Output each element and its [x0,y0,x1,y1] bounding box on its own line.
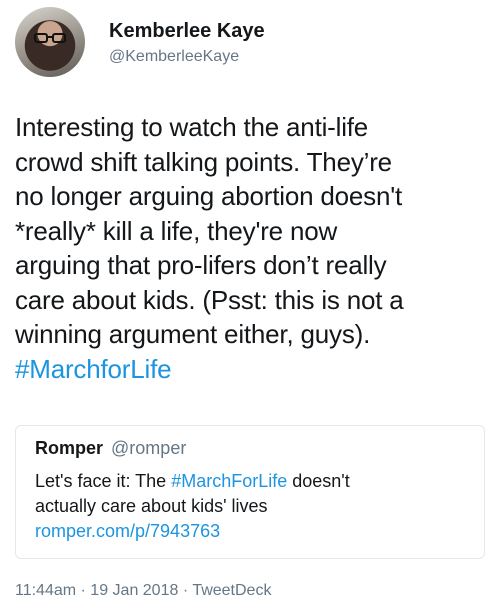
tweet-time[interactable]: 11:44am [15,582,76,599]
tweet-text-line: arguing that pro-lifers don’t really [15,250,387,280]
quoted-text-line: actually care about kids' lives [35,496,268,516]
avatar-glasses-icon [34,33,66,43]
quoted-url-link[interactable]: romper.com/p/7943763 [35,519,465,544]
tweet-date[interactable]: 19 Jan 2018 [90,582,178,599]
meta-separator: · [178,582,193,599]
author-handle[interactable]: @KemberleeKaye [109,48,239,66]
tweet-text-line: crowd shift talking points. They’re [15,146,392,177]
tweet-card: Kemberlee Kaye @KemberleeKaye Interestin… [0,0,500,615]
tweet-text-line: no longer arguing abortion doesn't [15,181,403,211]
tweet-text-line: winning argument either, guys). [15,319,371,349]
quoted-text-before: Let's face it: The [35,471,172,491]
quoted-hashtag-link[interactable]: #MarchForLife [171,471,287,491]
tweet-text: Interesting to watch the anti-life crowd… [15,110,490,386]
quoted-tweet[interactable]: Romper @romper Let's face it: The #March… [15,425,485,559]
meta-separator: · [76,582,91,599]
author-name[interactable]: Kemberlee Kaye [109,20,265,43]
tweet-text-line: Interesting to watch the anti-life [15,112,369,142]
quoted-author-name[interactable]: Romper [35,438,103,458]
quoted-tweet-header: Romper @romper [35,438,186,459]
tweet-text-line: care about kids. (Psst: this is not a [15,284,404,315]
quoted-text-after: doesn't [287,471,350,491]
quoted-text-line: Let's face it: The #MarchForLife doesn't [35,469,465,494]
quoted-author-handle[interactable]: @romper [111,438,186,458]
tweet-metadata: 11:44am · 19 Jan 2018 · TweetDeck [15,582,271,600]
hashtag-link[interactable]: #MarchforLife [15,352,490,387]
avatar[interactable] [15,7,85,77]
quoted-tweet-text: Let's face it: The #MarchForLife doesn't… [35,469,465,544]
tweet-text-line: *really* kill a life, they're now [15,215,338,246]
tweet-source[interactable]: TweetDeck [192,582,271,599]
